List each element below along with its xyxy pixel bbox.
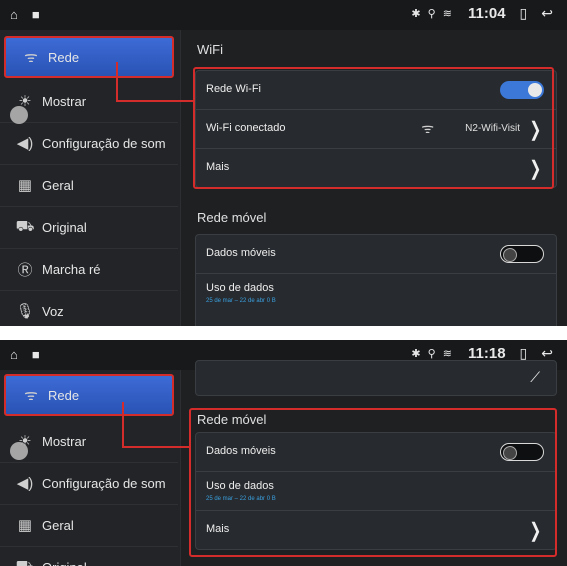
row-mais[interactable]: Mais ❯: [196, 149, 556, 187]
row-label: Mais: [206, 161, 230, 173]
mobile-panel: Dados móveis Uso de dados 25 de mar – 22…: [195, 432, 557, 550]
row-label: Dados móveis: [206, 247, 276, 259]
reverse-r-icon: Ⓡ: [17, 261, 33, 279]
app-icon: ■: [31, 7, 40, 22]
home-icon[interactable]: ⌂: [10, 347, 18, 362]
wifi-panel: Rede Wi-Fi Wi-Fi conectado ᯤ N2-Wifi-Vis…: [195, 70, 557, 188]
sidebar-item-label: Mostrar: [42, 93, 87, 109]
wifi-toggle[interactable]: [500, 81, 544, 99]
clock: 11:04: [468, 5, 506, 22]
sidebar-item-original[interactable]: ⛟ Original: [0, 546, 178, 566]
chevron-right-icon: ⟋: [530, 369, 540, 385]
wifi-signal-icon: ᯤ: [421, 120, 434, 136]
section-title-wifi: WiFi: [197, 42, 223, 57]
sidebar-item-label: Rede: [48, 49, 80, 65]
row-uso-de-dados[interactable]: Uso de dados 25 de mar – 22 de abr 0 B: [196, 472, 556, 511]
sidebar-item-mostrar[interactable]: ☀ Mostrar: [0, 420, 178, 463]
row-label: Uso de dados: [206, 282, 274, 294]
sidebar-item-rede[interactable]: ᯤ Rede: [4, 374, 174, 416]
sidebar-item-geral[interactable]: ▦ Geral: [0, 164, 178, 207]
grid-icon: ▦: [17, 177, 33, 194]
network-name: N2-Wifi-Visit: [465, 123, 520, 134]
car-icon: ⛟: [15, 217, 35, 235]
chevron-right-icon: ❯: [529, 119, 542, 141]
settings-content: WiFi Rede Wi-Fi Wi-Fi conectado ᯤ N2-Wif…: [181, 30, 567, 326]
back-icon[interactable]: ↩: [541, 5, 553, 22]
row-sublabel: 25 de mar – 22 de abr 0 B: [206, 298, 276, 304]
speaker-icon: ◀): [16, 475, 34, 492]
car-icon: ⛟: [15, 557, 35, 566]
status-icons: ✱ ⚲ ≋: [411, 8, 454, 20]
home-icon[interactable]: ⌂: [10, 7, 18, 22]
sidebar-item-label: Configuração de som: [42, 475, 166, 491]
row-dados-moveis[interactable]: Dados móveis: [196, 235, 556, 274]
sidebar-item-label: Geral: [42, 517, 74, 533]
microphone-icon: 🎙: [15, 303, 35, 320]
row-sublabel: 25 de mar – 22 de abr 0 B: [206, 496, 276, 502]
mobile-data-toggle[interactable]: [500, 443, 544, 461]
sidebar-item-voz[interactable]: 🎙 Voz: [0, 290, 178, 326]
grid-icon: ▦: [17, 517, 33, 534]
status-bar: ⌂ ■ ✱ ⚲ ≋ 11:04 ▯ ↩: [0, 0, 567, 30]
sidebar-item-label: Marcha ré: [42, 261, 101, 277]
row-wifi-conectado[interactable]: Wi-Fi conectado ᯤ N2-Wifi-Visit ❯: [196, 110, 556, 149]
wifi-panel-partial: ⟋: [195, 360, 557, 396]
sidebar-item-som[interactable]: ◀) Configuração de som: [0, 122, 178, 165]
mobile-data-toggle[interactable]: [500, 245, 544, 263]
sidebar-item-rede[interactable]: ᯤ Rede: [4, 36, 174, 78]
section-title-rede-movel: Rede móvel: [197, 412, 267, 427]
row-dados-moveis[interactable]: Dados móveis: [196, 433, 556, 472]
screenshot-top: ⌂ ■ ✱ ⚲ ≋ 11:04 ▯ ↩ ᯤ Rede ☀ Mostrar ◀) …: [0, 0, 567, 326]
sidebar-item-marcha-re[interactable]: Ⓡ Marcha ré: [0, 248, 178, 291]
sidebar-item-label: Original: [42, 560, 87, 566]
row-rede-wifi[interactable]: Rede Wi-Fi: [196, 71, 556, 110]
row-label: Uso de dados: [206, 480, 274, 492]
recent-apps-icon[interactable]: ▯: [520, 5, 528, 22]
settings-sidebar: ᯤ Rede ☀ Mostrar ◀) Configuração de som …: [0, 30, 182, 326]
sidebar-item-original[interactable]: ⛟ Original: [0, 206, 178, 249]
wifi-antenna-icon: ᯤ: [24, 49, 38, 66]
row-label: Rede Wi-Fi: [206, 83, 262, 95]
mobile-panel: Dados móveis Uso de dados 25 de mar – 22…: [195, 234, 557, 326]
sidebar-item-label: Voz: [42, 303, 64, 319]
wifi-antenna-icon: ᯤ: [24, 387, 38, 404]
app-icon: ■: [31, 347, 40, 362]
screenshot-bottom: ⌂ ■ ✱ ⚲ ≋ 11:18 ▯ ↩ ᯤ Rede ☀ Mostrar ◀) …: [0, 340, 567, 566]
speaker-icon: ◀): [16, 135, 34, 152]
floating-dot[interactable]: [10, 442, 28, 460]
row-mais[interactable]: Mais ❯: [196, 511, 556, 549]
sidebar-item-label: Mostrar: [42, 433, 87, 449]
row-label: Mais: [206, 523, 230, 535]
row-label: Wi-Fi conectado: [206, 122, 286, 134]
row-label: Dados móveis: [206, 445, 276, 457]
sidebar-item-label: Original: [42, 219, 87, 235]
sidebar-item-som[interactable]: ◀) Configuração de som: [0, 462, 178, 505]
sidebar-item-label: Configuração de som: [42, 135, 166, 151]
sidebar-item-label: Geral: [42, 177, 74, 193]
sidebar-item-geral[interactable]: ▦ Geral: [0, 504, 178, 547]
chevron-right-icon: ❯: [529, 158, 542, 180]
section-title-rede-movel: Rede móvel: [197, 210, 267, 225]
status-icons: ✱ ⚲ ≋: [411, 348, 454, 360]
sidebar-item-label: Rede: [48, 387, 80, 403]
chevron-right-icon: ❯: [529, 520, 542, 542]
settings-content: ⟋ Rede móvel Dados móveis Uso de dados 2…: [181, 360, 567, 566]
settings-sidebar: ᯤ Rede ☀ Mostrar ◀) Configuração de som …: [0, 370, 182, 566]
row-uso-de-dados[interactable]: Uso de dados 25 de mar – 22 de abr 0 B: [196, 274, 556, 312]
